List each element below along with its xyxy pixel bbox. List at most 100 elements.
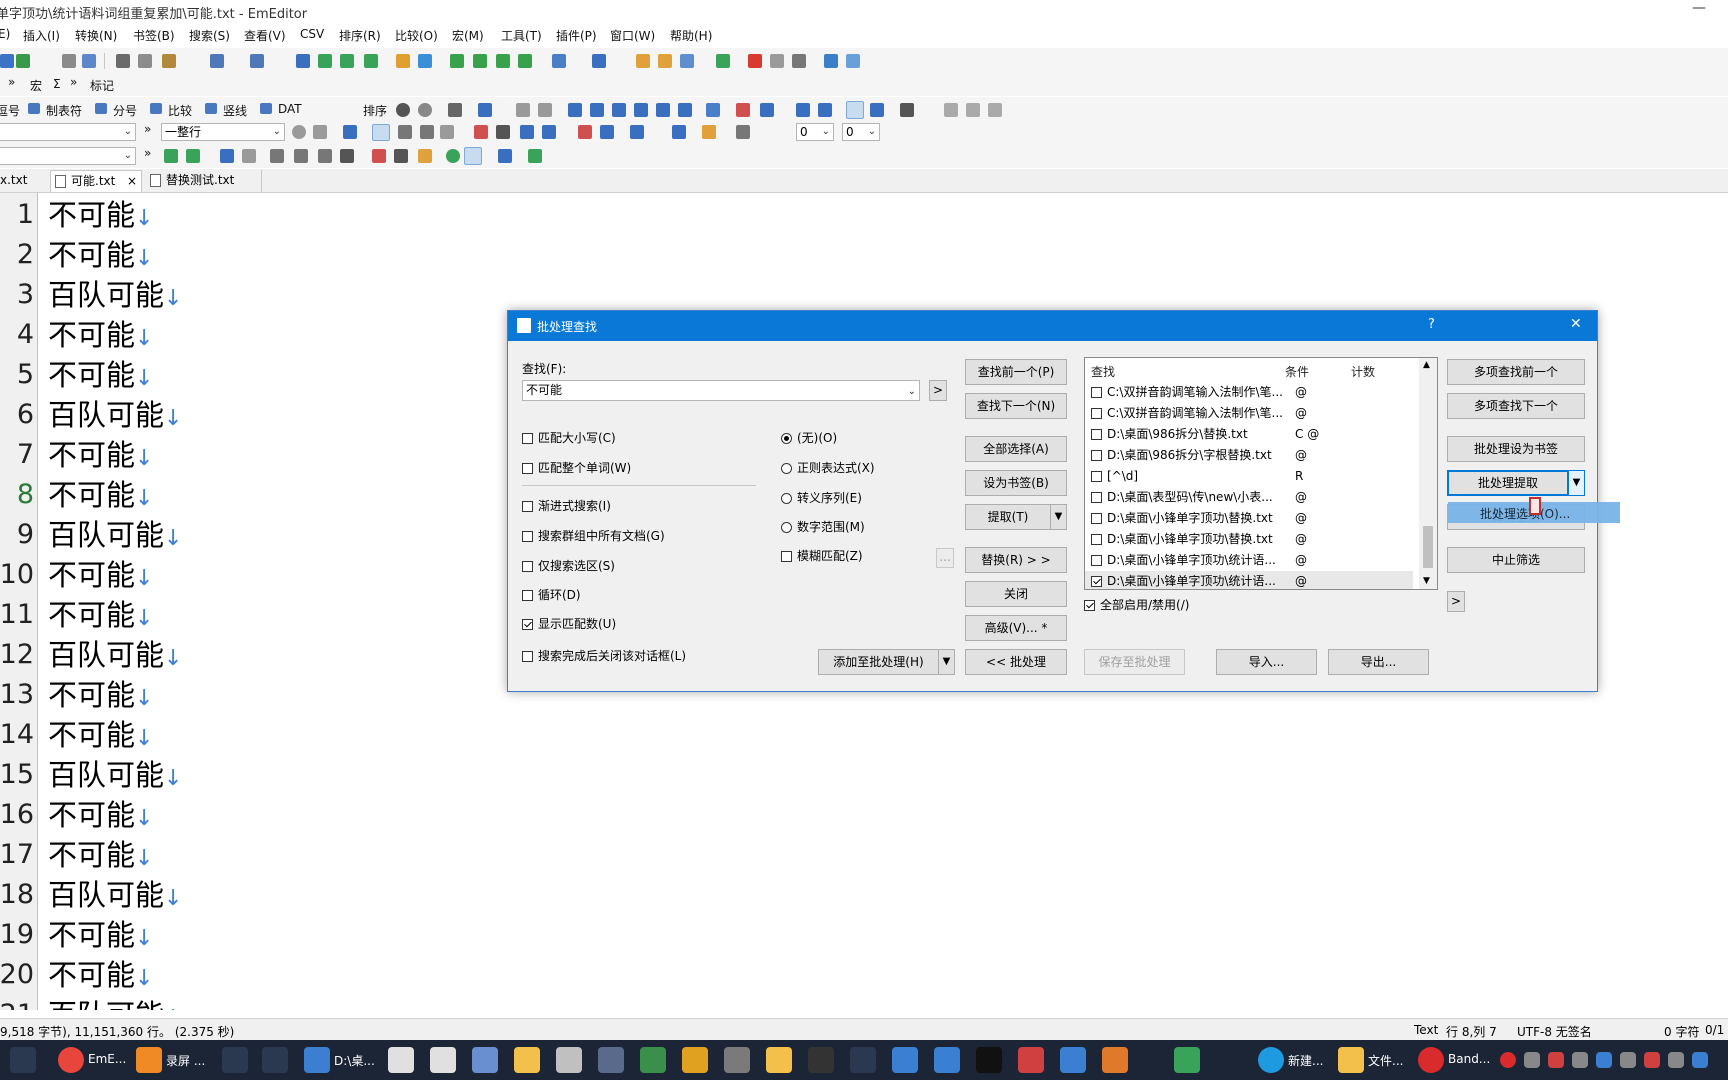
add-batch-dropdown-icon[interactable]: ▼ — [938, 649, 955, 675]
tools-icon[interactable] — [846, 54, 860, 68]
encoding-icon[interactable] — [552, 54, 566, 68]
sort-random-icon[interactable] — [678, 103, 692, 117]
row-checkbox[interactable] — [1091, 513, 1102, 524]
view2-icon[interactable] — [818, 103, 832, 117]
editor-line[interactable]: 百队可能↓ — [48, 395, 182, 439]
editor-line[interactable]: 百队可能↓ — [48, 635, 182, 679]
batch-list-row[interactable]: D:\桌面\小锋单字顶功\替换.txt @ — [1085, 508, 1413, 528]
go-arrow-icon[interactable] — [528, 149, 542, 163]
match-case-checkbox[interactable]: 匹配大小写(C) — [522, 431, 616, 445]
fuzzy-checkbox[interactable]: 模糊匹配(Z) — [781, 549, 863, 563]
csv-comma[interactable]: 逗号 — [0, 102, 20, 119]
toolbar-green-1-icon[interactable] — [450, 54, 464, 68]
batch-list-row[interactable]: D:\桌面\986拆分\替换.txt C @ — [1085, 424, 1413, 444]
match-word-checkbox[interactable]: 匹配整个单词(W) — [522, 461, 631, 475]
menu-tools[interactable]: 工具(T) — [501, 27, 542, 44]
list-header-count[interactable]: 计数 — [1351, 363, 1375, 380]
batch-list-row[interactable]: D:\桌面\小锋单字顶功\统计语... @ — [1085, 571, 1413, 589]
outline-icon[interactable] — [716, 54, 730, 68]
sort-len-icon[interactable] — [634, 103, 648, 117]
tray7-icon[interactable] — [1692, 1052, 1708, 1068]
editor-line[interactable]: 不可能↓ — [48, 315, 153, 359]
sort-desc-icon[interactable] — [590, 103, 604, 117]
app8-icon[interactable] — [682, 1047, 708, 1073]
cut-icon[interactable] — [116, 54, 130, 68]
toolbar-green-3-icon[interactable] — [496, 54, 510, 68]
refresh-icon[interactable] — [292, 125, 306, 139]
menu-convert[interactable]: 转换(N) — [75, 27, 117, 44]
tab-replace-test[interactable]: 替换测试.txt — [146, 170, 262, 192]
app5-icon[interactable] — [556, 1047, 582, 1073]
radio-escape[interactable]: 转义序列(E) — [781, 491, 862, 505]
multi-find-prev-button[interactable]: 多项查找前一个 — [1447, 359, 1585, 385]
sort-label[interactable]: 排序 — [363, 102, 387, 119]
editor-line[interactable]: 百队可能↓ — [48, 995, 182, 1010]
plugin-icon[interactable] — [680, 54, 694, 68]
record-stop-icon[interactable] — [748, 54, 762, 68]
find-bar-search-icon[interactable] — [343, 125, 357, 139]
status-position[interactable]: 行 8,列 7 — [1446, 1023, 1497, 1040]
editor-line[interactable]: 不可能↓ — [48, 715, 153, 759]
batch-list-row[interactable]: D:\桌面\表型码\传\new\小表... @ — [1085, 487, 1413, 507]
row-checkbox[interactable] — [1091, 555, 1102, 566]
copy-icon[interactable] — [138, 54, 152, 68]
menu-sort[interactable]: 排序(R) — [339, 27, 381, 44]
find-prev-icon[interactable] — [340, 54, 354, 68]
row-checkbox[interactable] — [1091, 576, 1102, 587]
replace-word-icon[interactable] — [394, 149, 408, 163]
scroll-thumb[interactable] — [1423, 526, 1433, 568]
paste-icon[interactable] — [162, 54, 176, 68]
replace-approx-icon[interactable] — [340, 149, 354, 163]
selection-only-checkbox[interactable]: 仅搜索选区(S) — [522, 559, 615, 573]
csv-tab[interactable]: 制表符 — [46, 102, 82, 119]
replace-all-icon[interactable] — [186, 149, 200, 163]
app4-icon[interactable] — [514, 1047, 540, 1073]
fuzzy-options-button[interactable]: ... — [936, 548, 954, 568]
new-icon[interactable] — [0, 54, 14, 68]
sigma-label[interactable]: Σ — [53, 77, 61, 91]
document-icon[interactable] — [600, 125, 614, 139]
find-combo[interactable]: ⌄ — [0, 123, 136, 141]
extract-dropdown-icon[interactable]: ▼ — [1050, 504, 1067, 530]
tab-kenen[interactable]: 可能.txt × — [50, 170, 142, 192]
editor-line[interactable]: 不可能↓ — [48, 235, 153, 279]
gray1-icon[interactable] — [944, 103, 958, 117]
approx-icon[interactable] — [440, 125, 454, 139]
escape-icon[interactable] — [398, 125, 412, 139]
sort-asc-icon[interactable] — [568, 103, 582, 117]
export-button[interactable]: 导出... — [1328, 649, 1429, 675]
sort-clear-icon[interactable] — [418, 103, 432, 117]
search-all-docs-checkbox[interactable]: 搜索群组中所有文档(G) — [522, 529, 665, 543]
number-combo-2[interactable]: 0 ⌄ — [842, 123, 880, 141]
row-checkbox[interactable] — [1091, 387, 1102, 398]
menu-insert[interactable]: 插入(I) — [23, 27, 60, 44]
bracket-icon[interactable] — [420, 125, 434, 139]
app16-icon[interactable] — [1060, 1047, 1086, 1073]
split-icon[interactable] — [448, 103, 462, 117]
save-to-batch-button[interactable]: 保存至批处理 — [1084, 649, 1185, 675]
app11-icon[interactable] — [850, 1047, 876, 1073]
wrap-checkbox[interactable]: 循环(D) — [522, 588, 581, 602]
replace-window-icon[interactable] — [498, 149, 512, 163]
app14-icon[interactable] — [976, 1047, 1002, 1073]
grid-app-icon[interactable] — [388, 1047, 414, 1073]
sort-rev-icon[interactable] — [656, 103, 670, 117]
find-icon[interactable] — [296, 54, 310, 68]
replace-search-icon[interactable] — [220, 149, 234, 163]
editor-line[interactable]: 不可能↓ — [48, 675, 153, 719]
taskbar-emeditor[interactable]: EmE... — [88, 1052, 126, 1066]
close-after-search-checkbox[interactable]: 搜索完成后关闭该对话框(L) — [522, 649, 686, 663]
macro-run-icon[interactable] — [636, 54, 650, 68]
chrome-icon[interactable] — [58, 1047, 84, 1073]
replace-copy-icon[interactable] — [242, 149, 256, 163]
gray3-icon[interactable] — [988, 103, 1002, 117]
find-next-icon[interactable] — [318, 54, 332, 68]
list-scrollbar[interactable]: ▲ ▼ — [1419, 358, 1437, 589]
find-input[interactable]: 不可能 ⌄ — [522, 380, 920, 401]
view1-icon[interactable] — [796, 103, 810, 117]
menu-compare[interactable]: 比较(O) — [395, 27, 438, 44]
editor-line[interactable]: 不可能↓ — [48, 955, 153, 999]
toolbar-green-2-icon[interactable] — [473, 54, 487, 68]
replace-global-icon[interactable] — [446, 149, 460, 163]
tray5-icon[interactable] — [1644, 1052, 1660, 1068]
